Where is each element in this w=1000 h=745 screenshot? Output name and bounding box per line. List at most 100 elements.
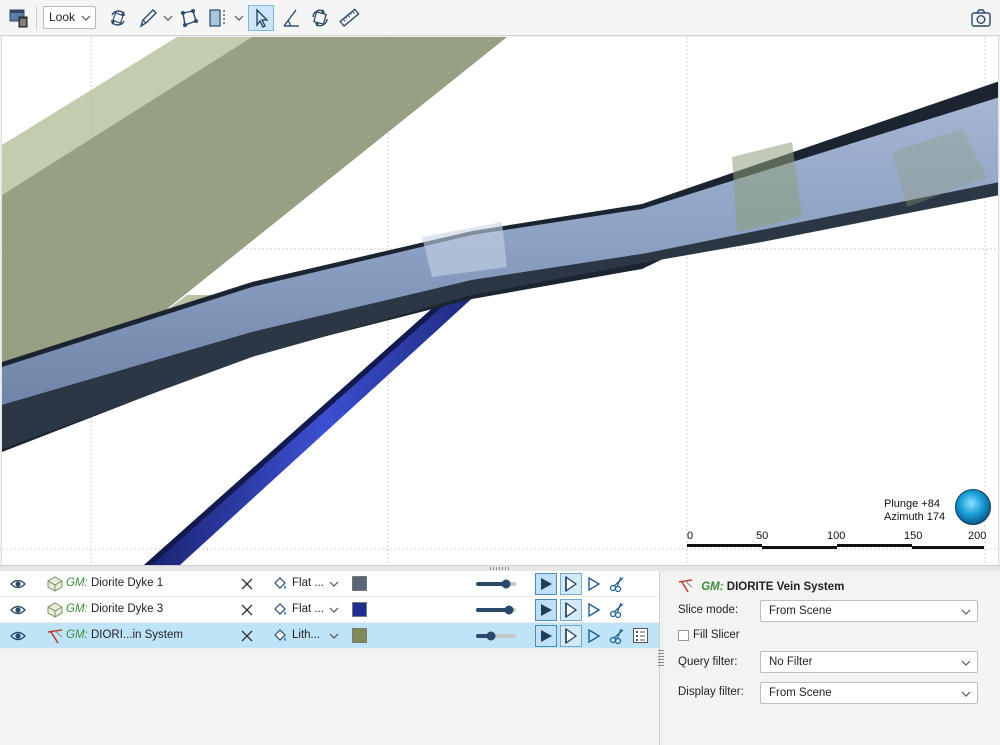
scale-tick-label: 50 (756, 530, 769, 542)
visibility-eye-icon[interactable] (10, 629, 26, 643)
chevron-down-icon (961, 609, 971, 615)
slice-shape-icon (565, 628, 578, 644)
chevron-down-icon[interactable] (163, 13, 173, 23)
paint-bucket-icon[interactable] (272, 628, 288, 644)
shading-mode-value[interactable]: Flat ... (292, 603, 324, 615)
measure-angle-button[interactable] (278, 5, 304, 31)
slice-mode-value: From Scene (769, 605, 832, 617)
fill-slicer-label: Fill Slicer (693, 629, 740, 641)
scale-tick-label: 100 (827, 530, 846, 542)
move-points-button[interactable] (176, 5, 202, 31)
properties-prefix: GM: (701, 581, 724, 593)
show-surface-toggle[interactable] (535, 573, 557, 595)
display-filter-select[interactable]: From Scene (760, 682, 978, 704)
chevron-down-icon (81, 15, 91, 21)
scale-bar-graphic (687, 544, 984, 549)
ruler-icon (339, 8, 360, 27)
play-triangle-icon (541, 630, 552, 642)
rotate-view-icon (111, 10, 125, 26)
show-slice-toggle[interactable] (560, 625, 582, 647)
orientation-readout: Plunge +84 Azimuth 174 (884, 498, 945, 524)
remove-layer-close-icon[interactable] (240, 629, 254, 643)
visibility-eye-icon[interactable] (10, 577, 26, 591)
layer-color-swatch[interactable] (352, 602, 367, 617)
edges-triangle-icon[interactable] (587, 576, 601, 592)
slice-shape-icon (565, 602, 578, 618)
view-mode-select[interactable]: Look (43, 6, 96, 29)
scene-3d-view[interactable]: Plunge +84 Azimuth 174 0 50 100 150 200 (1, 37, 999, 565)
slice-mode-label: Slice mode: (678, 604, 739, 616)
camera-icon (971, 9, 991, 27)
chevron-down-icon[interactable] (329, 606, 339, 614)
query-filter-select[interactable]: No Filter (760, 651, 978, 673)
query-filter-value: No Filter (769, 656, 813, 668)
clip-scissors-icon[interactable] (609, 602, 625, 618)
layer-row[interactable]: GM: Diorite Dyke 1 Flat ... (0, 571, 659, 597)
layer-row[interactable]: GM: DIORI...in System Lith... (0, 623, 659, 649)
rotate-view-button[interactable] (105, 5, 131, 31)
query-filter-label: Query filter: (678, 656, 738, 668)
remove-layer-close-icon[interactable] (240, 577, 254, 591)
main-toolbar: Look (0, 0, 1000, 36)
reset-view-icon (312, 9, 328, 27)
delete-scene-button[interactable] (6, 5, 32, 31)
opacity-slider[interactable] (476, 579, 516, 589)
opacity-slider[interactable] (476, 631, 516, 641)
slicer-icon (209, 9, 225, 27)
scale-tick-label: 0 (687, 530, 694, 542)
geological-model-icon (47, 602, 63, 618)
opacity-slider[interactable] (476, 605, 516, 615)
show-surface-toggle[interactable] (535, 599, 557, 621)
azimuth-text: Azimuth 174 (884, 511, 946, 523)
clip-scissors-icon[interactable] (609, 628, 625, 644)
layer-color-swatch[interactable] (352, 628, 367, 643)
measure-angle-icon (283, 9, 299, 27)
properties-panel: GM: DIORITE Vein System Slice mode: From… (664, 571, 1000, 745)
compass-widget[interactable] (955, 489, 991, 525)
scale-tick-label: 200 (968, 530, 987, 542)
paint-bucket-icon[interactable] (272, 576, 288, 592)
clip-scissors-icon[interactable] (609, 576, 625, 592)
draw-pencil-icon (139, 9, 157, 28)
scene-canvas[interactable] (2, 37, 999, 565)
layer-name: GM: DIORI...in System (66, 629, 183, 641)
show-slice-toggle[interactable] (560, 599, 582, 621)
chevron-down-icon[interactable] (234, 13, 244, 23)
select-tool-button[interactable] (248, 5, 274, 31)
vein-system-icon (47, 629, 63, 644)
visibility-eye-icon[interactable] (10, 603, 26, 617)
layer-row[interactable]: GM: Diorite Dyke 3 Flat ... (0, 597, 659, 623)
scene-layer-list: GM: Diorite Dyke 1 Flat ... GM: Diorite … (0, 571, 660, 745)
legend-list-icon[interactable] (633, 628, 648, 643)
show-surface-toggle[interactable] (535, 625, 557, 647)
remove-layer-close-icon[interactable] (240, 603, 254, 617)
display-filter-label: Display filter: (678, 686, 744, 698)
display-filter-value: From Scene (769, 687, 832, 699)
chevron-down-icon[interactable] (329, 632, 339, 640)
slice-mode-select[interactable]: From Scene (760, 600, 978, 622)
layer-name: GM: Diorite Dyke 3 (66, 603, 164, 615)
select-pointer-icon (256, 8, 269, 28)
edges-triangle-icon[interactable] (587, 628, 601, 644)
fill-slicer-checkbox[interactable] (678, 630, 689, 641)
shading-mode-value[interactable]: Lith... (292, 629, 320, 641)
screenshot-button[interactable] (968, 5, 994, 31)
reset-view-button[interactable] (307, 5, 333, 31)
shading-mode-value[interactable]: Flat ... (292, 577, 324, 589)
paint-bucket-icon[interactable] (272, 602, 288, 618)
show-slice-toggle[interactable] (560, 573, 582, 595)
chevron-down-icon[interactable] (329, 580, 339, 588)
delete-scene-icon (9, 9, 28, 28)
move-points-icon (181, 9, 198, 27)
ruler-button[interactable] (336, 5, 362, 31)
toolbar-separator (36, 6, 37, 30)
splitter-grip[interactable] (490, 567, 510, 570)
edges-triangle-icon[interactable] (587, 602, 601, 618)
properties-header: GM: DIORITE Vein System (678, 579, 844, 593)
draw-button[interactable] (135, 5, 161, 31)
layer-color-swatch[interactable] (352, 576, 367, 591)
slicer-button[interactable] (205, 5, 231, 31)
slice-shape-icon (565, 576, 578, 592)
play-triangle-icon (541, 604, 552, 616)
play-triangle-icon (541, 578, 552, 590)
